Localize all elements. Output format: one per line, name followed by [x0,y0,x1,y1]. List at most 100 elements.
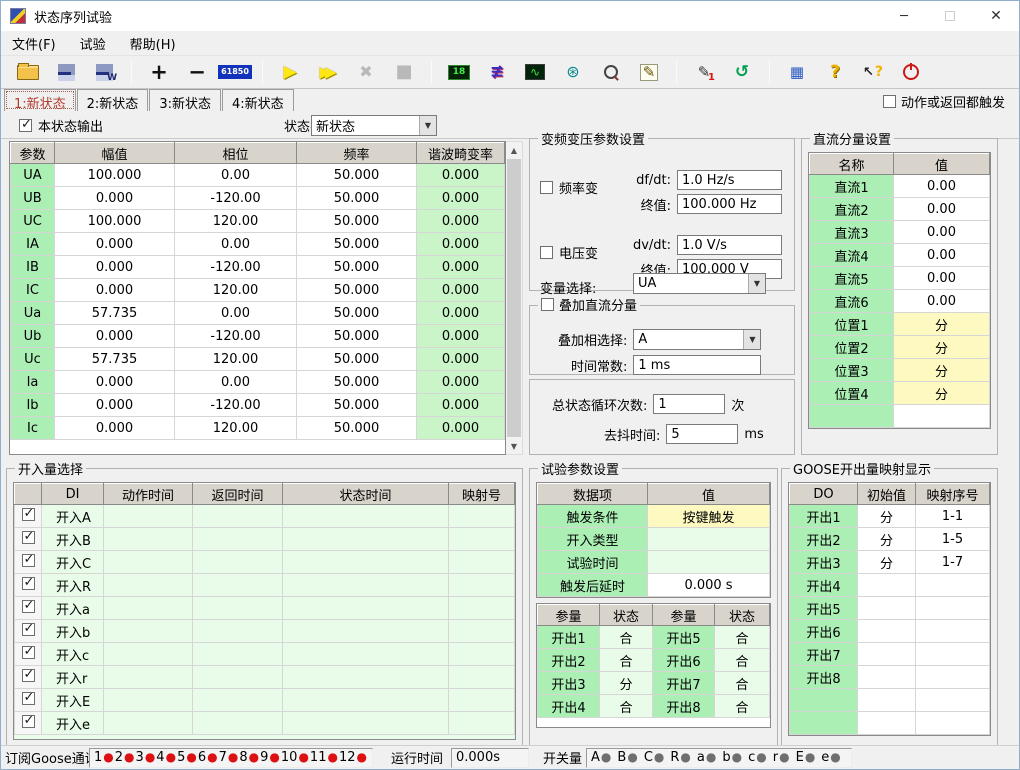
goose-map-cell[interactable] [916,643,990,666]
fast-forward-icon[interactable]: ▶▶ [309,58,347,86]
amplitude-cell[interactable]: 0.000 [55,233,175,256]
frequency-cell[interactable]: 50.000 [297,417,417,440]
menu-help[interactable]: 帮助(H) [130,34,176,53]
di-checkbox[interactable] [22,508,35,521]
menu-file[interactable]: 文件(F) [12,34,56,53]
col-thd[interactable]: 谐波畸变率 [417,143,505,164]
thd-cell[interactable]: 0.000 [417,279,505,302]
phasor-view-icon[interactable]: ⊛ [554,58,592,86]
amplitude-cell[interactable]: 0.000 [55,256,175,279]
thd-cell[interactable]: 0.000 [417,348,505,371]
volt-change-checkbox[interactable]: 电压变 [540,243,598,262]
thd-cell[interactable]: 0.000 [417,233,505,256]
goose-initial-cell[interactable]: 分 [858,505,916,528]
amplitude-cell[interactable]: 100.000 [55,210,175,233]
scrollbar-thumb[interactable] [507,159,521,437]
col-do-state-2[interactable]: 状态 [715,605,770,626]
trigger-both-checkbox[interactable]: 动作或返回都触发 [883,92,1005,111]
freq-change-checkbox[interactable]: 频率变 [540,178,598,197]
goose-initial-cell[interactable]: 分 [858,551,916,574]
phase-cell[interactable]: 120.00 [175,210,297,233]
close-button[interactable]: ✕ [973,1,1019,31]
di-checkbox[interactable] [22,692,35,705]
goose-map-cell[interactable] [916,574,990,597]
phase-cell[interactable]: 120.00 [175,348,297,371]
goose-map-cell[interactable]: 1-5 [916,528,990,551]
do-state-cell[interactable]: 合 [600,649,653,672]
col-return-time[interactable]: 返回时间 [193,484,283,505]
amplitude-cell[interactable]: 0.000 [55,325,175,348]
remove-state-icon[interactable]: − [178,58,216,86]
goose-initial-cell[interactable] [858,689,916,712]
help-icon[interactable]: ? [816,58,854,86]
add-state-icon[interactable]: + [140,58,178,86]
frequency-cell[interactable]: 50.000 [297,187,417,210]
col-action-time[interactable]: 动作时间 [104,484,193,505]
dfdt-input[interactable]: 1.0 Hz/s [677,170,782,190]
thd-cell[interactable]: 0.000 [417,302,505,325]
abort-test-icon[interactable]: ✖ [347,58,385,86]
thd-cell[interactable]: 0.000 [417,210,505,233]
test-param-value-cell[interactable]: 0.000 s [648,574,770,597]
time-constant-input[interactable]: 1 ms [633,355,761,375]
goose-initial-cell[interactable] [858,597,916,620]
col-do-param-2[interactable]: 参量 [653,605,715,626]
save-report-icon[interactable] [85,58,123,86]
dc-value-cell[interactable]: 分 [894,336,990,359]
chevron-down-icon[interactable]: ▼ [419,116,436,135]
loop-count-input[interactable]: 1 [653,394,725,414]
phase-cell[interactable]: 120.00 [175,279,297,302]
goose-map-cell[interactable]: 1-1 [916,505,990,528]
di-checkbox[interactable] [22,646,35,659]
frequency-cell[interactable]: 50.000 [297,302,417,325]
col-value[interactable]: 值 [894,154,990,175]
col-amplitude[interactable]: 幅值 [55,143,175,164]
goose-map-cell[interactable] [916,620,990,643]
harmonic-icon[interactable]: ≢ [478,58,516,86]
goose-initial-cell[interactable] [858,620,916,643]
phase-cell[interactable]: 0.00 [175,371,297,394]
test-param-value-cell[interactable]: 按键触发 [648,505,770,528]
state-name-combobox[interactable]: 新状态 ▼ [311,115,437,136]
dc-value-cell[interactable]: 0.00 [894,244,990,267]
frequency-cell[interactable]: 50.000 [297,371,417,394]
goose-map-cell[interactable] [916,689,990,712]
phase-cell[interactable]: 0.00 [175,164,297,187]
goose-initial-cell[interactable] [858,643,916,666]
dc-value-cell[interactable] [894,405,990,428]
amplitude-cell[interactable]: 0.000 [55,394,175,417]
col-param[interactable]: 参数 [11,143,55,164]
col-frequency[interactable]: 频率 [297,143,417,164]
state-tab[interactable]: 1:新状态 [4,89,76,111]
amplitude-cell[interactable]: 0.000 [55,279,175,302]
di-checkbox[interactable] [22,554,35,567]
do-state-cell[interactable]: 合 [600,626,653,649]
thd-cell[interactable]: 0.000 [417,164,505,187]
thd-cell[interactable]: 0.000 [417,417,505,440]
dc-value-cell[interactable]: 0.00 [894,221,990,244]
thd-cell[interactable]: 0.000 [417,325,505,348]
dc-value-cell[interactable]: 0.00 [894,290,990,313]
waveform-view-icon[interactable]: ∿ [516,58,554,86]
col-initial[interactable]: 初始值 [858,484,916,505]
dc-value-cell[interactable]: 0.00 [894,198,990,221]
dc-value-cell[interactable]: 0.00 [894,267,990,290]
amplitude-cell[interactable]: 57.735 [55,302,175,325]
phase-cell[interactable]: 0.00 [175,302,297,325]
do-state-cell[interactable]: 合 [715,649,770,672]
start-test-icon[interactable]: ▶ [271,58,309,86]
frequency-cell[interactable]: 50.000 [297,164,417,187]
goose-initial-cell[interactable] [858,574,916,597]
state-tab[interactable]: 3:新状态 [149,89,221,111]
debounce-input[interactable]: 5 [666,424,738,444]
state-tab[interactable]: 4:新状态 [222,89,294,111]
frequency-cell[interactable]: 50.000 [297,233,417,256]
maximize-button[interactable] [927,1,973,31]
col-data-item[interactable]: 数据项 [538,484,648,505]
di-checkbox[interactable] [22,600,35,613]
open-file-icon[interactable] [9,58,47,86]
col-do[interactable]: DO [790,484,858,505]
iec61850-config-icon[interactable]: 61850 [216,58,254,86]
col-do-state-1[interactable]: 状态 [600,605,653,626]
variable-select-combobox[interactable]: UA ▼ [633,273,766,294]
